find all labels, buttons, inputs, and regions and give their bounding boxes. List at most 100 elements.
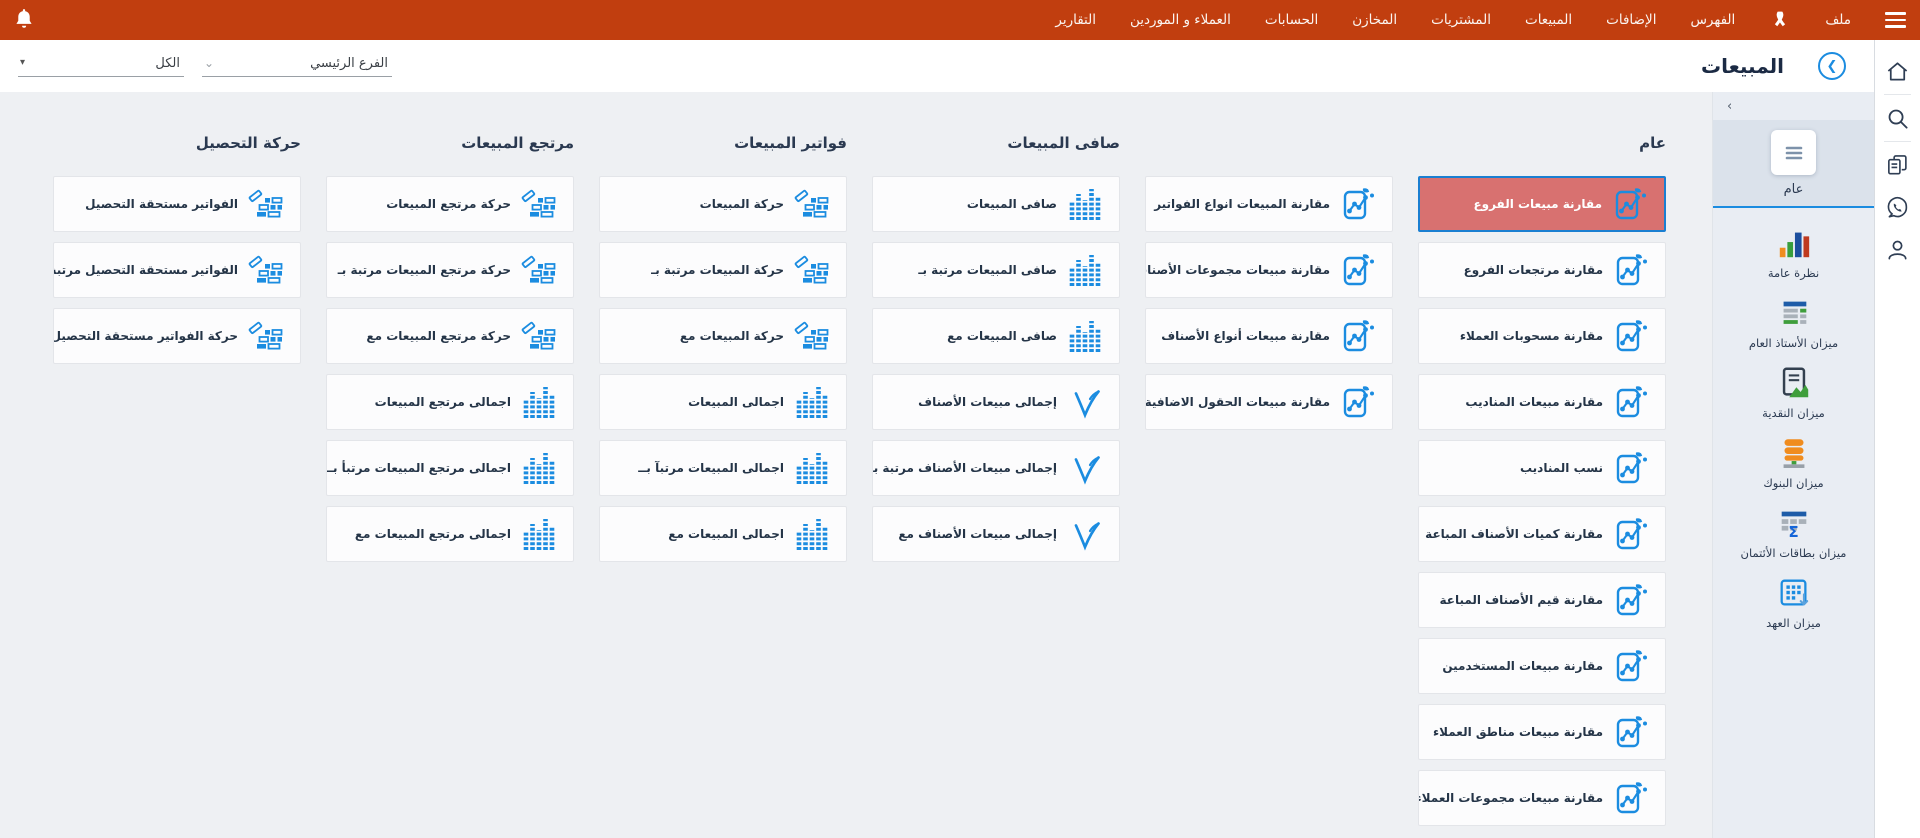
report-card[interactable]: اجمالى مرتجع المبيعات مرتبأ بــ bbox=[326, 440, 574, 496]
sidebar-item[interactable]: ميزان العهد bbox=[1766, 575, 1821, 630]
report-card[interactable]: مقارنة مرتجعات الفروع bbox=[1418, 242, 1666, 298]
top-menu-item[interactable]: ملف bbox=[1825, 12, 1851, 28]
bricks-edit-icon bbox=[521, 252, 557, 288]
top-menu-item[interactable]: المخازن bbox=[1352, 12, 1397, 28]
column-header: صافى المبيعات bbox=[872, 134, 1120, 164]
check-curve-icon bbox=[1067, 516, 1103, 552]
top-menu-item[interactable]: المبيعات bbox=[1525, 12, 1572, 28]
report-card[interactable]: مقارنة مبيعات أنواع الأصناف bbox=[1145, 308, 1393, 364]
report-card[interactable]: الفواتير مستحقة التحصيل مرتبة بـ bbox=[53, 242, 301, 298]
report-card[interactable]: صافى المبيعات مع bbox=[872, 308, 1120, 364]
sidebar-item[interactable]: ميزان البنوك bbox=[1763, 435, 1823, 490]
report-card[interactable]: حركة المبيعات bbox=[599, 176, 847, 232]
top-menu-item[interactable]: الحسابات bbox=[1265, 12, 1318, 28]
topbar: ملف الفهرس الإضافات المبيعات المشتريات المخاز… bbox=[0, 0, 1920, 40]
report-card-label: صافى المبيعات مع bbox=[947, 329, 1057, 343]
header-row: ❯ المبيعات الفرع الرئيسي ⌄ الكل ▾ bbox=[0, 40, 1874, 92]
home-icon[interactable] bbox=[1875, 50, 1920, 92]
report-card-label: اجمالى مرتجع المبيعات مع bbox=[355, 527, 511, 541]
ribbon-icon bbox=[1769, 9, 1791, 31]
report-card-label: مقارنة مسحوبات العملاء bbox=[1460, 329, 1603, 343]
report-card[interactable]: مقارنة مسحوبات العملاء bbox=[1418, 308, 1666, 364]
report-card-label: صافى المبيعات مرتبة بـ bbox=[918, 263, 1057, 277]
report-card-label: صافى المبيعات bbox=[967, 197, 1057, 211]
report-card[interactable]: حركة مرتجع المبيعات مع bbox=[326, 308, 574, 364]
report-card-label: اجمالى مرتجع المبيعات bbox=[375, 395, 511, 409]
sidebar-item-label: ميزان بطاقات الأئتمان bbox=[1741, 546, 1847, 560]
report-card[interactable]: حركة المبيعات مع bbox=[599, 308, 847, 364]
report-card[interactable]: صافى المبيعات مرتبة بـ bbox=[872, 242, 1120, 298]
report-card[interactable]: الفواتير مستحقة التحصيل bbox=[53, 176, 301, 232]
report-card-label: نسب المناديب bbox=[1520, 461, 1603, 475]
credit-table-icon: Σ bbox=[1776, 505, 1812, 541]
cash-doc-icon bbox=[1776, 365, 1812, 401]
report-card[interactable]: اجمالى مرتجع المبيعات bbox=[326, 374, 574, 430]
report-card[interactable]: مقارنة قيم الأصناف المباعة bbox=[1418, 572, 1666, 628]
documents-icon[interactable] bbox=[1875, 144, 1920, 186]
tab-general[interactable]: عام bbox=[1713, 120, 1874, 206]
equalizer-icon bbox=[794, 516, 830, 552]
report-card[interactable]: إجمالى مبيعات الأصناف مع bbox=[872, 506, 1120, 562]
report-card[interactable]: مقارنة مبيعات مجموعات العملاء bbox=[1418, 770, 1666, 826]
report-column: مقارنة المبيعات انواع الفواتير مقارنة مبي… bbox=[1145, 134, 1393, 440]
whatsapp-icon[interactable] bbox=[1875, 186, 1920, 228]
top-menu-item[interactable]: المشتريات bbox=[1431, 12, 1491, 28]
sidebar-collapse-arrow-icon[interactable]: › bbox=[1713, 92, 1874, 116]
report-card[interactable]: مقارنة كميات الأصناف المباعة bbox=[1418, 506, 1666, 562]
top-menu-item[interactable]: الفهرس bbox=[1690, 12, 1735, 28]
sidebar-item[interactable]: ميزان الأستاذ العام bbox=[1749, 295, 1838, 350]
expand-arrow-icon[interactable]: ❯ bbox=[1818, 52, 1846, 80]
report-card[interactable]: مقارنة مبيعات مجموعات الأصناف bbox=[1145, 242, 1393, 298]
report-card[interactable]: مقارنة المبيعات انواع الفواتير bbox=[1145, 176, 1393, 232]
report-card[interactable]: إجمالى مبيعات الأصناف bbox=[872, 374, 1120, 430]
report-card[interactable]: حركة مرتجع المبيعات مرتبة بـ bbox=[326, 242, 574, 298]
sidebar-items: نظرة عامة ميزان الأستاذ العام ميزان النقدي… bbox=[1713, 208, 1874, 630]
scope-select[interactable]: الكل ▾ bbox=[18, 56, 184, 77]
bell-icon[interactable] bbox=[12, 8, 36, 32]
chevron-down-icon: ⌄ bbox=[204, 57, 214, 69]
report-card[interactable]: مقارنة مبيعات الحقول الاضافية bbox=[1145, 374, 1393, 430]
report-card[interactable]: مقارنة مبيعات المستخدمين bbox=[1418, 638, 1666, 694]
line-chart-icon bbox=[1613, 318, 1649, 354]
sidebar-item[interactable]: ميزان النقدية bbox=[1762, 365, 1825, 420]
report-card[interactable]: اجمالى المبيعات مرتبآ بــ bbox=[599, 440, 847, 496]
report-card-label: حركة المبيعات مرتبة بـ bbox=[651, 263, 784, 277]
top-menu-item[interactable]: العملاء و الموردين bbox=[1130, 12, 1231, 28]
report-card[interactable]: حركة المبيعات مرتبة بـ bbox=[599, 242, 847, 298]
report-card[interactable]: مقارنة مبيعات المناديب bbox=[1418, 374, 1666, 430]
report-columns: عاممقارنة مبيعات الفروعمقارنة مرتجعات ال… bbox=[8, 134, 1666, 836]
equalizer-icon bbox=[1067, 318, 1103, 354]
bricks-edit-icon bbox=[248, 318, 284, 354]
report-column: مرتجع المبيعاتحركة مرتجع المبيعاتحركة مر… bbox=[326, 134, 574, 572]
line-chart-icon bbox=[1340, 252, 1376, 288]
report-card[interactable]: مقارنة مبيعات مناطق العملاء bbox=[1418, 704, 1666, 760]
report-card-label: مقارنة مبيعات مجموعات الأصناف bbox=[1145, 263, 1330, 277]
sidebar-item-label: نظرة عامة bbox=[1768, 266, 1819, 280]
report-card-label: مقارنة مبيعات الحقول الاضافية bbox=[1145, 395, 1330, 409]
hamburger-icon[interactable] bbox=[1883, 8, 1908, 32]
sidebar-item[interactable]: Σ ميزان بطاقات الأئتمان bbox=[1741, 505, 1847, 560]
report-card[interactable]: مقارنة مبيعات الفروع bbox=[1418, 176, 1666, 232]
line-chart-icon bbox=[1613, 252, 1649, 288]
report-card[interactable]: حركة الفواتير مستحقة التحصيل مع bbox=[53, 308, 301, 364]
report-card[interactable]: اجمالى المبيعات مع bbox=[599, 506, 847, 562]
branch-select[interactable]: الفرع الرئيسي ⌄ bbox=[202, 56, 392, 77]
report-card[interactable]: صافى المبيعات bbox=[872, 176, 1120, 232]
report-card-label: اجمالى المبيعات bbox=[688, 395, 784, 409]
top-menu-item[interactable]: الإضافات bbox=[1606, 12, 1656, 28]
search-icon[interactable] bbox=[1875, 97, 1920, 139]
ledger-table-icon bbox=[1776, 295, 1812, 331]
bricks-edit-icon bbox=[794, 252, 830, 288]
sidebar-item[interactable]: نظرة عامة bbox=[1768, 225, 1819, 280]
report-card[interactable]: إجمالى مبيعات الأصناف مرتبة بـ bbox=[872, 440, 1120, 496]
user-icon[interactable] bbox=[1875, 228, 1920, 270]
top-menu-item[interactable]: التقارير bbox=[1055, 12, 1096, 28]
report-card[interactable]: نسب المناديب bbox=[1418, 440, 1666, 496]
report-card[interactable]: اجمالى مرتجع المبيعات مع bbox=[326, 506, 574, 562]
filters: الفرع الرئيسي ⌄ الكل ▾ bbox=[10, 56, 392, 77]
report-card[interactable]: حركة مرتجع المبيعات bbox=[326, 176, 574, 232]
report-card[interactable]: اجمالى المبيعات bbox=[599, 374, 847, 430]
equalizer-icon bbox=[521, 450, 557, 486]
sidebar-item-label: ميزان النقدية bbox=[1762, 406, 1825, 420]
report-card-label: مقارنة مبيعات المناديب bbox=[1465, 395, 1603, 409]
